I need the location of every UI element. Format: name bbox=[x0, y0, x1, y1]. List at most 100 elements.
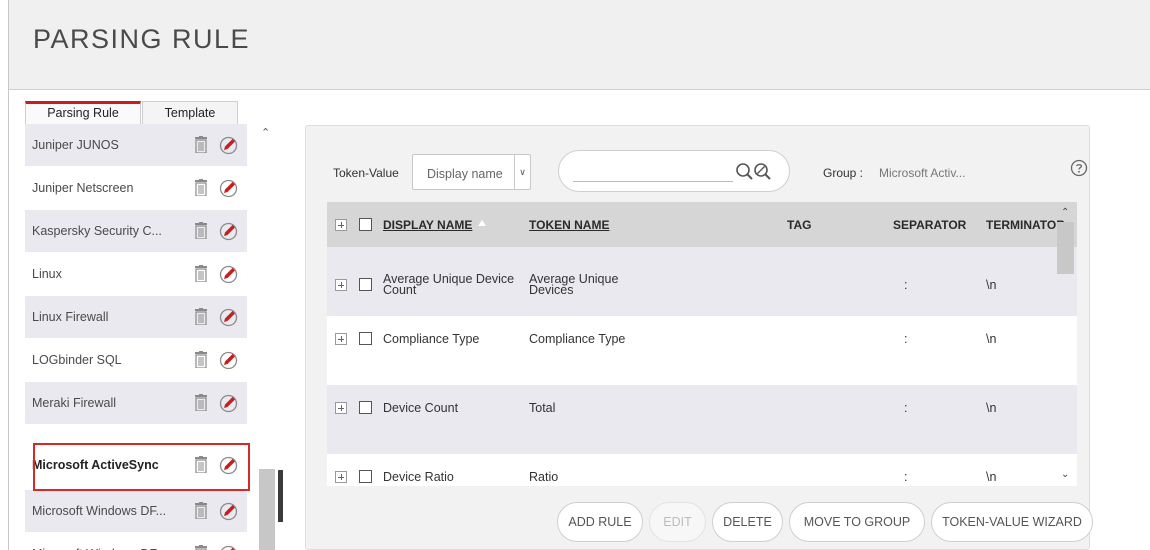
column-header-separator: SEPARATOR bbox=[893, 218, 967, 232]
page-title: PARSING RULE bbox=[33, 24, 251, 54]
list-scrollbar[interactable]: ⌃ bbox=[258, 124, 276, 550]
list-item-label: Juniper Netscreen bbox=[32, 181, 134, 195]
row-checkbox[interactable] bbox=[359, 278, 372, 291]
trash-icon[interactable] bbox=[195, 394, 207, 411]
chevron-up-icon[interactable]: ⌃ bbox=[261, 126, 270, 139]
cell-display-name: Compliance Type bbox=[383, 332, 480, 346]
cell-token-name: Total bbox=[529, 401, 556, 415]
select-all-checkbox[interactable] bbox=[359, 218, 372, 231]
cell-terminator: \n bbox=[986, 401, 997, 415]
row-checkbox[interactable] bbox=[359, 401, 372, 414]
list-item-label: Kaspersky Security C... bbox=[32, 224, 162, 238]
page-header: PARSING RULE bbox=[9, 0, 1150, 90]
cell-display-name: Device Ratio bbox=[383, 470, 454, 484]
trash-icon[interactable] bbox=[195, 265, 207, 282]
list-item[interactable]: Meraki Firewall bbox=[25, 382, 247, 425]
expand-icon[interactable] bbox=[335, 279, 347, 291]
column-header-tag: TAG bbox=[787, 218, 812, 232]
scrollbar-thumb[interactable] bbox=[259, 469, 275, 550]
cell-token-name: Average Unique Devices bbox=[529, 272, 619, 297]
list-item-selected[interactable]: Microsoft ActiveSync bbox=[25, 444, 247, 487]
column-header-display-name[interactable]: DISPLAY NAME bbox=[383, 218, 472, 232]
list-item-label: Microsoft Windows DF... bbox=[32, 504, 167, 518]
table-row[interactable]: Device Count Total : \n bbox=[327, 385, 1077, 454]
table-row[interactable]: Compliance Type Compliance Type : \n bbox=[327, 316, 1077, 385]
token-value-select[interactable]: Display name ∨ bbox=[412, 154, 531, 190]
list-item[interactable]: LOGbinder SQL bbox=[25, 339, 247, 382]
chevron-down-icon[interactable]: ⌄ bbox=[1061, 469, 1069, 480]
search-icon[interactable] bbox=[735, 162, 777, 180]
panel-splitter[interactable] bbox=[278, 470, 283, 522]
expand-icon[interactable] bbox=[335, 402, 347, 414]
list-item-label: Microsoft Windows DF... bbox=[32, 533, 166, 550]
search-box bbox=[558, 150, 790, 192]
trash-icon[interactable] bbox=[195, 545, 207, 550]
trash-icon[interactable] bbox=[195, 308, 207, 325]
trash-icon[interactable] bbox=[195, 222, 207, 239]
trash-icon[interactable] bbox=[195, 456, 207, 473]
tab-parsing-rule[interactable]: Parsing Rule bbox=[25, 101, 141, 124]
trash-icon[interactable] bbox=[195, 136, 207, 153]
row-checkbox[interactable] bbox=[359, 470, 372, 483]
list-item[interactable]: Microsoft Windows DF... bbox=[25, 490, 247, 533]
column-header-terminator: TERMINATOR bbox=[986, 218, 1065, 232]
edit-button[interactable]: EDIT bbox=[649, 502, 706, 542]
table-header: DISPLAY NAME TOKEN NAME TAG SEPARATOR TE… bbox=[327, 202, 1077, 247]
move-to-group-button[interactable]: MOVE TO GROUP bbox=[789, 502, 925, 542]
list-item[interactable]: Juniper JUNOS bbox=[25, 124, 247, 167]
cell-separator: : bbox=[904, 332, 908, 346]
table-row[interactable]: Average Unique Device Count Average Uniq… bbox=[327, 247, 1077, 316]
list-item[interactable]: Microsoft Windows DF... bbox=[25, 533, 247, 550]
parsing-rule-list: Juniper JUNOS Juniper Netscreen Kaspersk… bbox=[25, 124, 247, 550]
edit-icon[interactable] bbox=[219, 545, 238, 550]
edit-icon[interactable] bbox=[219, 351, 238, 370]
edit-icon[interactable] bbox=[219, 136, 238, 155]
token-table: DISPLAY NAME TOKEN NAME TAG SEPARATOR TE… bbox=[327, 202, 1077, 486]
list-item-label: Linux bbox=[32, 267, 62, 281]
column-header-token-name[interactable]: TOKEN NAME bbox=[529, 218, 609, 232]
table-scrollbar[interactable]: ⌃ ⌄ bbox=[1057, 202, 1075, 486]
add-rule-button[interactable]: ADD RULE bbox=[557, 502, 643, 542]
edit-icon[interactable] bbox=[219, 222, 238, 241]
cell-terminator: \n bbox=[986, 278, 997, 292]
edit-icon[interactable] bbox=[219, 265, 238, 284]
cell-display-name: Average Unique Device Count bbox=[383, 272, 515, 297]
row-checkbox[interactable] bbox=[359, 332, 372, 345]
list-item-label: Linux Firewall bbox=[32, 310, 109, 324]
table-row[interactable]: Device Ratio Ratio : \n bbox=[327, 454, 1077, 486]
list-item-label: Meraki Firewall bbox=[32, 396, 117, 410]
edit-icon[interactable] bbox=[219, 394, 238, 413]
cell-separator: : bbox=[904, 470, 908, 484]
trash-icon[interactable] bbox=[195, 351, 207, 368]
scrollbar-thumb[interactable] bbox=[1057, 222, 1074, 274]
list-item[interactable]: Linux bbox=[25, 253, 247, 296]
cell-terminator: \n bbox=[986, 470, 997, 484]
expand-icon[interactable] bbox=[335, 471, 347, 483]
cell-token-name: Ratio bbox=[529, 470, 559, 484]
chevron-up-icon[interactable]: ⌃ bbox=[1061, 207, 1069, 218]
tab-template[interactable]: Template bbox=[142, 101, 238, 124]
expand-icon[interactable] bbox=[335, 333, 347, 345]
list-item[interactable]: Kaspersky Security C... bbox=[25, 210, 247, 253]
sort-ascending-icon bbox=[478, 220, 486, 226]
trash-icon[interactable] bbox=[195, 502, 207, 519]
cell-separator: : bbox=[904, 401, 908, 415]
edit-icon[interactable] bbox=[219, 179, 238, 198]
cell-token-name: Compliance Type bbox=[529, 332, 626, 346]
edit-icon[interactable] bbox=[219, 502, 238, 521]
cell-display-name: Device Count bbox=[383, 401, 459, 415]
list-item[interactable]: Linux Firewall bbox=[25, 296, 247, 339]
list-item[interactable]: Juniper Netscreen bbox=[25, 167, 247, 210]
delete-button[interactable]: DELETE bbox=[712, 502, 783, 542]
edit-icon[interactable] bbox=[219, 308, 238, 327]
chevron-down-icon[interactable]: ∨ bbox=[514, 155, 530, 189]
expand-all-icon[interactable] bbox=[335, 219, 347, 231]
group-value[interactable]: Microsoft Activ... bbox=[879, 166, 965, 180]
search-input[interactable] bbox=[573, 160, 733, 182]
trash-icon[interactable] bbox=[195, 179, 207, 196]
help-icon[interactable] bbox=[1070, 159, 1088, 177]
token-value-wizard-button[interactable]: TOKEN-VALUE WIZARD bbox=[931, 502, 1093, 542]
token-panel: Token-Value Display name ∨ Group : Micro… bbox=[305, 125, 1093, 550]
list-item-label: Microsoft ActiveSync bbox=[32, 458, 159, 472]
edit-icon[interactable] bbox=[219, 456, 238, 475]
